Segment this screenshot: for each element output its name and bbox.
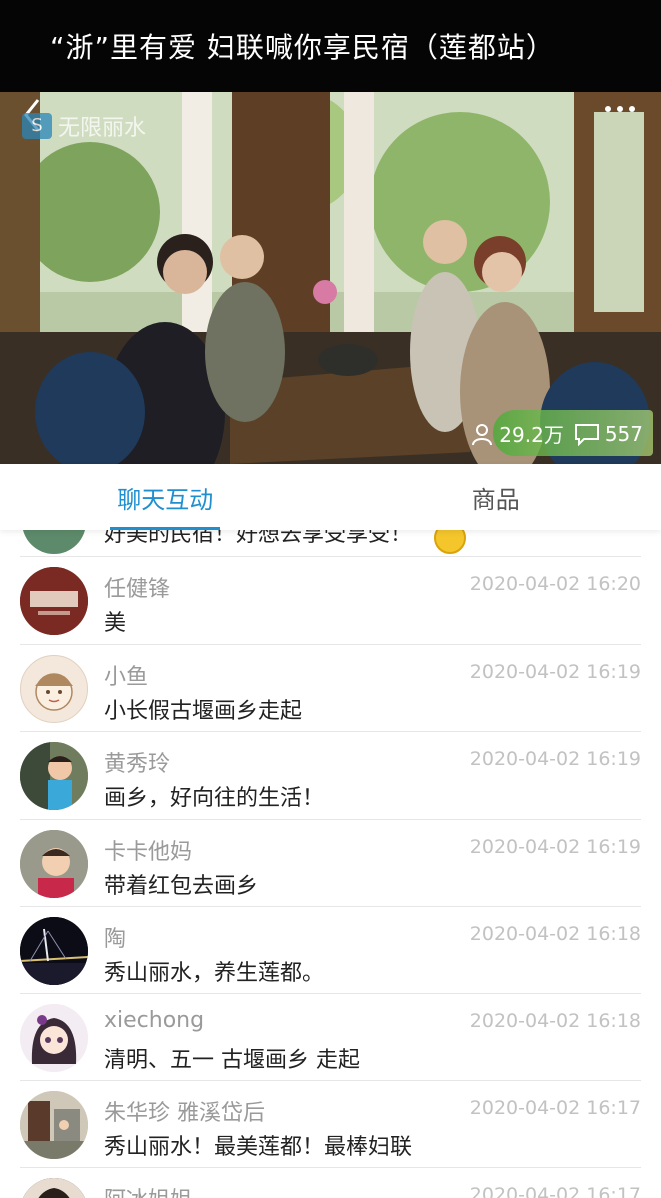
tab-products-label: 商品 [471, 485, 520, 514]
timestamp: 2020-04-02 16:19 [469, 748, 641, 770]
comment-count: 557 [574, 422, 643, 446]
woman-photo-icon [20, 1178, 88, 1198]
anime-girl-icon [20, 1004, 88, 1072]
page-title: “浙”里有爱 妇联喊你享民宿（莲都站） [50, 31, 555, 64]
outdoor-photo-icon [20, 1091, 88, 1159]
tab-chat-label: 聊天互动 [117, 485, 214, 514]
username: 阿冰姐姐 [104, 1182, 192, 1198]
timestamp: 2020-04-02 16:19 [469, 661, 641, 683]
comment-icon [574, 423, 599, 446]
tab-chat[interactable]: 聊天互动 [0, 464, 331, 530]
message-text: 小长假古堰画乡走起 [104, 699, 303, 724]
username: 小鱼 [104, 665, 149, 690]
music-bar-logo-icon [20, 567, 88, 635]
list-item: 朱华珍 雅溪岱后 2020-04-02 16:17 秀山丽水！最美莲都！最棒妇联 [0, 1081, 661, 1168]
timestamp: 2020-04-02 16:20 [469, 573, 641, 595]
avatar [20, 1004, 88, 1072]
cartoon-girl-icon [35, 673, 73, 711]
avatar [20, 917, 88, 985]
avatar [22, 530, 86, 554]
list-item: 卡卡他妈 2020-04-02 16:19 带着红包去画乡 [0, 820, 661, 907]
message-text: 画乡，好向往的生活！ [104, 786, 325, 811]
message-text: 带着红包去画乡 [104, 874, 259, 899]
username: 卡卡他妈 [104, 840, 193, 865]
tab-products[interactable]: 商品 [331, 464, 661, 530]
list-item: 黄秀玲 2020-04-02 16:19 画乡，好向往的生活！ [0, 732, 661, 819]
message-text: 清明、五一 古堰画乡 走起 [104, 1048, 360, 1073]
timestamp: 2020-04-02 16:18 [469, 1010, 641, 1032]
username: 陶 [104, 927, 127, 952]
more-options-icon[interactable] [605, 106, 635, 112]
avatar [20, 742, 88, 810]
message-text: 秀山丽水，养生莲都。 [104, 961, 325, 986]
child-photo-icon [20, 742, 88, 810]
video-scene [0, 92, 661, 464]
message-text: 好美的民宿！好想去享受享受！ [104, 530, 413, 547]
avatar [20, 830, 88, 898]
page-title-bar: “浙”里有爱 妇联喊你享民宿（莲都站） [0, 0, 661, 92]
list-item: 阿冰姐姐 2020-04-02 16:17 [0, 1168, 661, 1198]
tab-bar: 聊天互动 商品 [0, 464, 661, 530]
message-text: 秀山丽水！最美莲都！最棒妇联 [104, 1135, 413, 1160]
smile-emoji-icon [434, 530, 466, 554]
viewer-count: 29.2万 [470, 419, 564, 448]
person-icon [472, 423, 493, 445]
avatar [20, 567, 88, 635]
list-item: 陶 2020-04-02 16:18 秀山丽水，养生莲都。 [0, 907, 661, 994]
list-item: 小鱼 2020-04-02 16:19 小长假古堰画乡走起 [0, 645, 661, 732]
list-item: 任健锋 2020-04-02 16:20 美 [0, 557, 661, 644]
live-video-player[interactable]: S 无限丽水 29.2万 557 [0, 92, 661, 464]
viewer-count-value: 29.2万 [499, 423, 564, 447]
video-stats: 29.2万 557 [470, 419, 643, 448]
timestamp: 2020-04-02 16:17 [469, 1184, 641, 1198]
message-text: 美 [104, 611, 127, 636]
timestamp: 2020-04-02 16:19 [469, 836, 641, 858]
channel-logo: S 无限丽水 [22, 110, 146, 142]
child-photo-icon [20, 830, 88, 898]
username: 任健锋 [104, 577, 171, 602]
comment-count-value: 557 [604, 421, 643, 446]
username: 朱华珍 雅溪岱后 [104, 1101, 265, 1126]
logo-text: 无限丽水 [58, 116, 147, 141]
list-item: 好美的民宿！好想去享受享受！ [0, 530, 661, 556]
timestamp: 2020-04-02 16:18 [469, 923, 641, 945]
username: xiechong [104, 1008, 205, 1033]
avatar [20, 1091, 88, 1159]
list-item: xiechong 2020-04-02 16:18 清明、五一 古堰画乡 走起 [0, 994, 661, 1081]
logo-icon: S [22, 113, 52, 139]
night-bridge-icon [20, 917, 88, 985]
avatar [20, 655, 88, 723]
avatar [20, 1178, 88, 1198]
chat-list[interactable]: 好美的民宿！好想去享受享受！ 任健锋 2020-04-02 16:20 美 小鱼… [0, 530, 661, 1198]
username: 黄秀玲 [104, 752, 171, 777]
timestamp: 2020-04-02 16:17 [469, 1097, 641, 1119]
